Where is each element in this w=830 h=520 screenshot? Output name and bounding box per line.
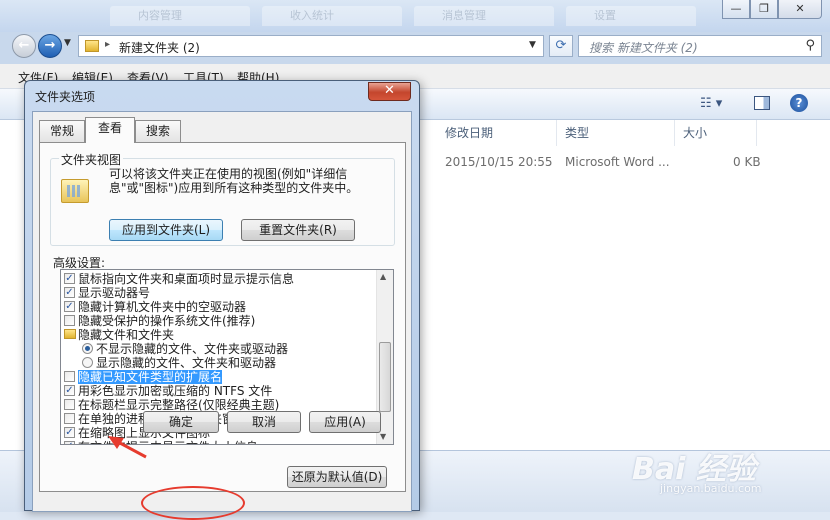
tab-view[interactable]: 查看 — [85, 117, 135, 143]
watermark-url: jingyan.baidu.com — [660, 482, 762, 495]
annotation-arrow — [108, 436, 147, 459]
annotation-circle — [141, 486, 245, 520]
